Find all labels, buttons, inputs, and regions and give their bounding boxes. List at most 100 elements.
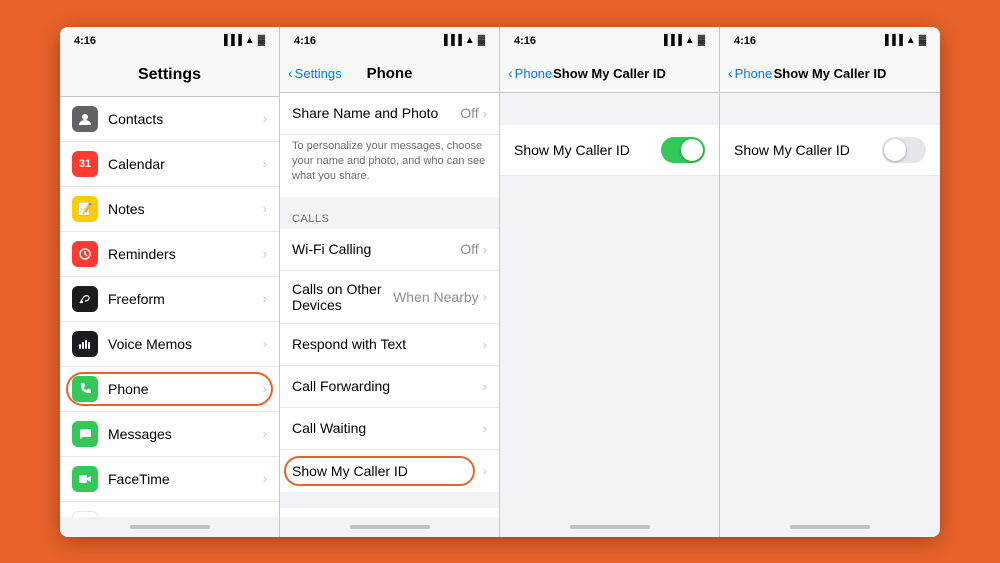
facetime-label: FaceTime [108,471,263,487]
call-forwarding-row[interactable]: Call Forwarding › [280,366,499,408]
notes-label: Notes [108,201,263,217]
settings-row-messages[interactable]: Messages › [60,412,279,457]
voicemail-section: Live Voicemail On › Silence Unknown Call… [280,508,499,517]
toggle-knob-on [681,139,703,161]
wifi-icon-4: ▲ [906,35,916,46]
voicememos-label: Voice Memos [108,336,263,352]
wifi-icon-3: ▲ [685,35,695,46]
caller-id-on-row-label: Show My Caller ID [514,142,661,158]
phone-back-button[interactable]: ‹ Settings [288,65,342,81]
toggle-knob-off [884,139,906,161]
wifi-calling-value: Off [460,241,478,257]
voicememos-chevron: › [263,336,267,351]
status-bar-4: 4:16 ▐▐▐ ▲ ▓ [720,27,940,55]
show-caller-id-row[interactable]: Show My Caller ID › [280,450,499,492]
caller-id-off-screen: 4:16 ▐▐▐ ▲ ▓ ‹ Phone Show My Caller ID S… [720,27,940,537]
wifi-icon: ▲ [245,35,255,46]
home-indicator-2 [280,517,499,537]
battery-icon-2: ▓ [478,35,485,46]
home-bar-1 [130,525,210,529]
spacer-caller-id-off [720,93,940,109]
settings-row-safari[interactable]: Safari › [60,502,279,517]
share-name-photo-row[interactable]: Share Name and Photo Off › [280,93,499,135]
caller-id-off-nav-title: Show My Caller ID [774,66,887,81]
share-description: To personalize your messages, choose you… [280,135,499,197]
reminders-icon [72,241,98,267]
settings-row-phone[interactable]: Phone › [60,367,279,412]
caller-id-on-back-label: Phone [515,66,553,81]
caller-id-on-row[interactable]: Show My Caller ID [500,125,719,176]
caller-id-on-content: Show My Caller ID [500,93,719,517]
back-chevron-icon-3: ‹ [508,65,513,81]
caller-id-on-screen: 4:16 ▐▐▐ ▲ ▓ ‹ Phone Show My Caller ID S… [500,27,720,537]
settings-row-calendar[interactable]: 31 Calendar › [60,142,279,187]
phone-nav-bar: ‹ Settings Phone [280,55,499,93]
live-voicemail-row[interactable]: Live Voicemail On › [280,508,499,517]
caller-id-on-toggle[interactable] [661,137,705,163]
time-1: 4:16 [74,35,96,47]
signal-bars-icon-4: ▐▐▐ [882,35,903,46]
freeform-label: Freeform [108,291,263,307]
caller-id-on-nav-title: Show My Caller ID [553,66,666,81]
phone-nav-title: Phone [367,65,413,82]
phone-settings-screen: 4:16 ▐▐▐ ▲ ▓ ‹ Settings Phone Share Name… [280,27,500,537]
messages-chevron: › [263,426,267,441]
share-name-photo-chevron: › [483,106,487,121]
call-forwarding-chevron: › [483,379,487,394]
status-bar-1: 4:16 ▐▐▐ ▲ ▓ [60,27,279,55]
calendar-label: Calendar [108,156,263,172]
settings-nav-bar: Settings [60,55,279,97]
settings-screen: 4:16 ▐▐▐ ▲ ▓ Settings Contacts › [60,27,280,537]
calendar-icon: 31 [72,151,98,177]
calls-other-devices-row[interactable]: Calls on Other Devices When Nearby › [280,271,499,324]
caller-id-off-row[interactable]: Show My Caller ID [720,125,940,176]
settings-row-reminders[interactable]: Reminders › [60,232,279,277]
messages-icon [72,421,98,447]
caller-id-off-back-button[interactable]: ‹ Phone [728,65,772,81]
status-bar-3: 4:16 ▐▐▐ ▲ ▓ [500,27,719,55]
calls-other-devices-value: When Nearby [393,289,479,305]
share-name-photo-label: Share Name and Photo [292,105,460,121]
wifi-calling-row[interactable]: Wi-Fi Calling Off › [280,229,499,271]
settings-row-contacts[interactable]: Contacts › [60,97,279,142]
messages-label: Messages [108,426,263,442]
settings-row-facetime[interactable]: FaceTime › [60,457,279,502]
phone-chevron: › [263,381,267,396]
notes-chevron: › [263,201,267,216]
caller-id-on-back-button[interactable]: ‹ Phone [508,65,552,81]
call-waiting-row[interactable]: Call Waiting › [280,408,499,450]
battery-icon-3: ▓ [698,35,705,46]
time-2: 4:16 [294,35,316,47]
battery-icon: ▓ [258,35,265,46]
home-bar-4 [790,525,870,529]
settings-section-apps: Contacts › 31 Calendar › 📝 Notes › [60,97,279,517]
settings-row-voicememos[interactable]: Voice Memos › [60,322,279,367]
caller-id-off-toggle[interactable] [882,137,926,163]
back-chevron-icon: ‹ [288,65,293,81]
call-waiting-label: Call Waiting [292,420,483,436]
notes-icon: 📝 [72,196,98,222]
freeform-chevron: › [263,291,267,306]
settings-title: Settings [138,66,201,84]
signal-icons-1: ▐▐▐ ▲ ▓ [221,35,265,46]
facetime-icon [72,466,98,492]
settings-row-freeform[interactable]: Freeform › [60,277,279,322]
show-caller-id-chevron: › [483,463,487,478]
caller-id-off-content: Show My Caller ID [720,93,940,517]
home-indicator-1 [60,517,279,537]
calls-section: Wi-Fi Calling Off › Calls on Other Devic… [280,229,499,492]
settings-list[interactable]: Contacts › 31 Calendar › 📝 Notes › [60,97,279,517]
share-name-photo-value: Off [460,105,478,121]
wifi-icon-2: ▲ [465,35,475,46]
contacts-label: Contacts [108,111,263,127]
settings-row-notes[interactable]: 📝 Notes › [60,187,279,232]
facetime-chevron: › [263,471,267,486]
respond-text-row[interactable]: Respond with Text › [280,324,499,366]
wifi-calling-chevron: › [483,242,487,257]
spacer-1 [280,492,499,508]
back-chevron-icon-4: ‹ [728,65,733,81]
signal-bars-icon: ▐▐▐ [221,35,242,46]
reminders-chevron: › [263,246,267,261]
caller-id-off-row-label: Show My Caller ID [734,142,882,158]
calls-header: CALLS [280,197,499,229]
